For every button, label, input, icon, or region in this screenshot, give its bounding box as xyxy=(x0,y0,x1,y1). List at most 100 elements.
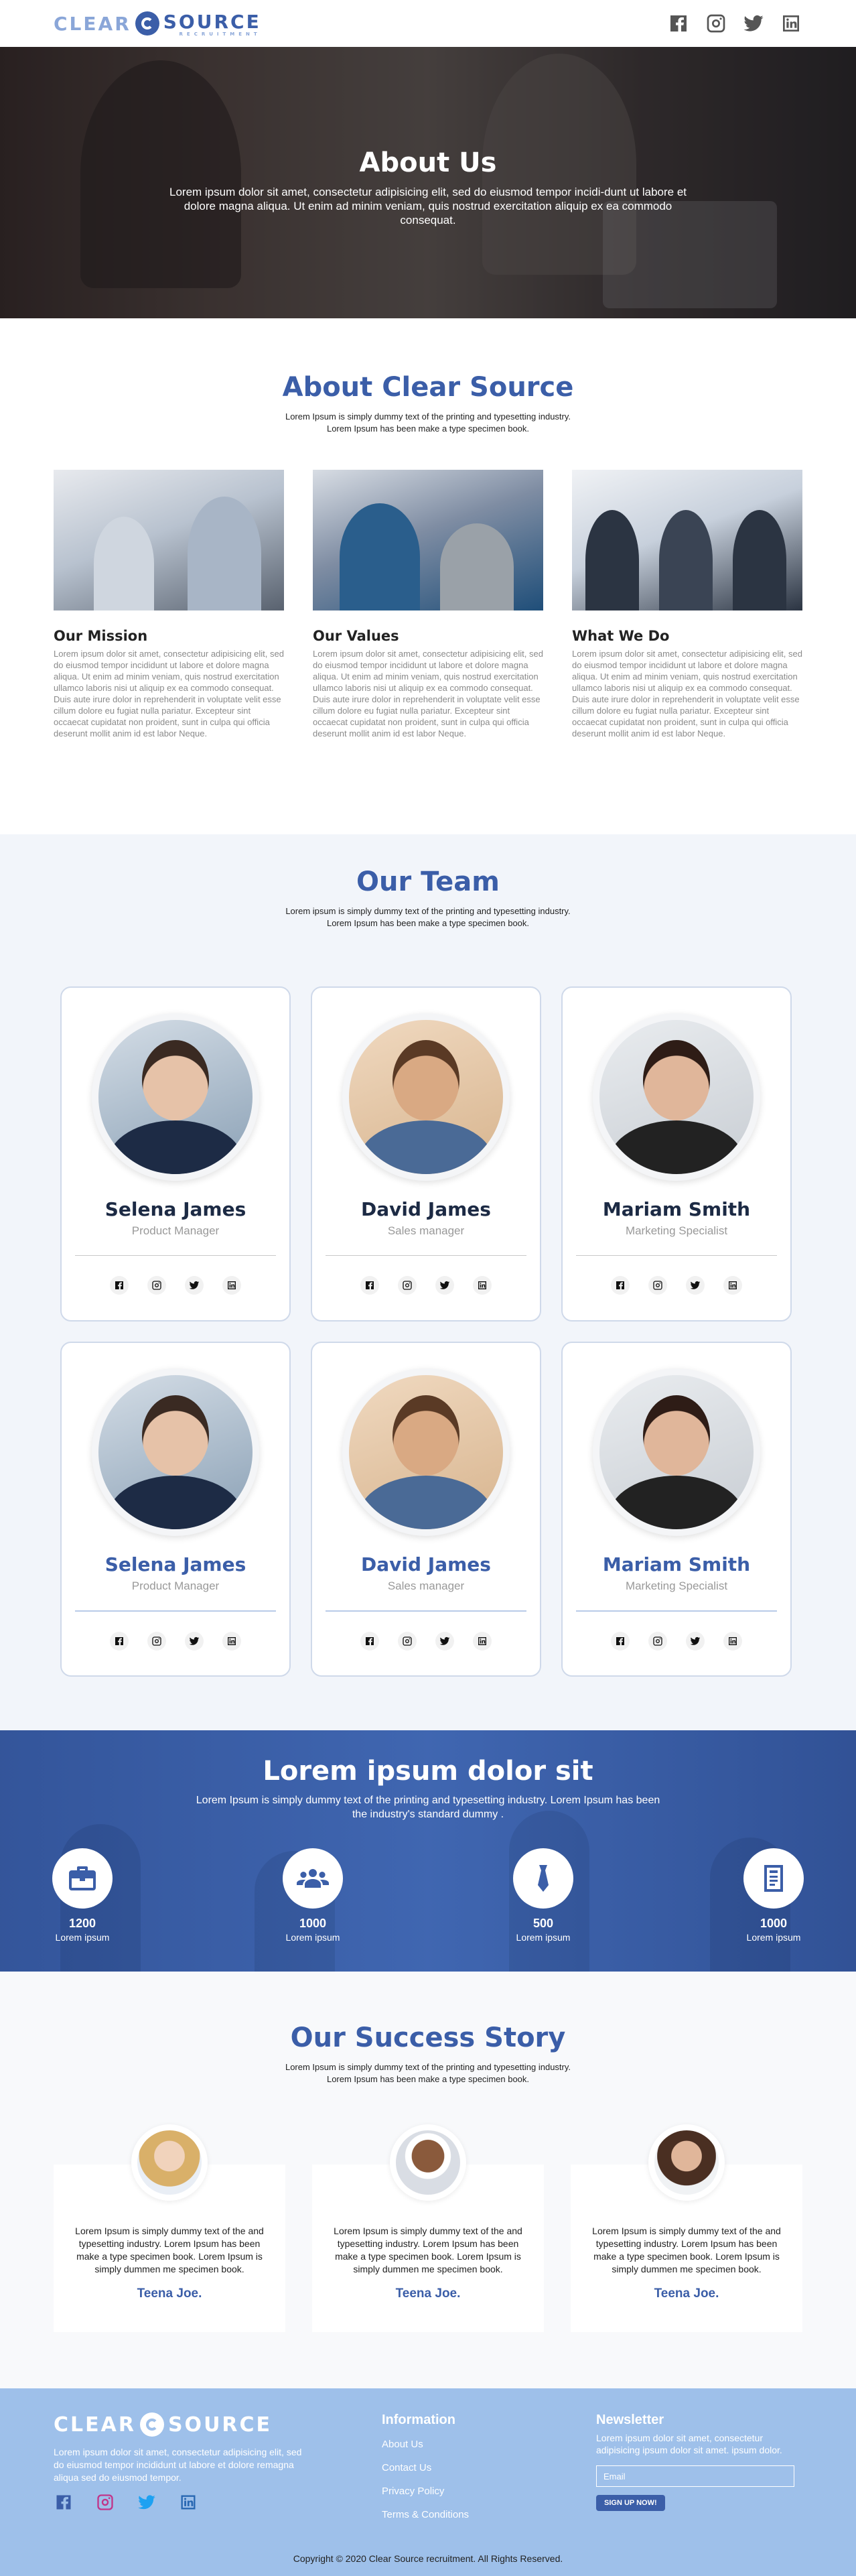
twitter-icon[interactable] xyxy=(185,1632,204,1651)
twitter-icon[interactable] xyxy=(185,1276,204,1295)
instagram-icon[interactable] xyxy=(147,1632,166,1651)
team-card: David James Sales manager xyxy=(311,986,541,1322)
divider xyxy=(576,1610,777,1612)
avatar xyxy=(131,2124,208,2201)
stat-label: Lorem ipsum xyxy=(516,1932,571,1943)
team-card: Selena James Product Manager xyxy=(60,986,291,1322)
facebook-icon[interactable] xyxy=(110,1632,129,1651)
story-text: Lorem Ipsum is simply dummy text of the … xyxy=(334,2226,522,2274)
linkedin-icon[interactable] xyxy=(723,1632,742,1651)
about-column-heading: What We Do xyxy=(572,628,670,644)
facebook-icon[interactable] xyxy=(611,1632,630,1651)
logo-word-source: SOURCE xyxy=(163,10,261,33)
success-section: Our Success Story Lorem Ipsum is simply … xyxy=(0,1972,856,2388)
group-icon xyxy=(283,1848,343,1909)
team-title: Our Team xyxy=(356,866,500,897)
about-column-values: Our Values Lorem ipsum dolor sit amet, c… xyxy=(313,470,543,739)
about-section: About Clear Source Lorem Ipsum is simply… xyxy=(0,318,856,834)
mission-photo xyxy=(54,470,284,610)
instagram-icon[interactable] xyxy=(648,1632,667,1651)
stat-label: Lorem ipsum xyxy=(746,1932,801,1943)
resume-icon xyxy=(743,1848,804,1909)
twitter-icon[interactable] xyxy=(686,1632,705,1651)
newsletter-heading: Newsletter xyxy=(596,2412,664,2427)
stat-value: 1000 xyxy=(760,1917,788,1930)
twitter-icon[interactable] xyxy=(742,12,765,35)
linkedin-icon[interactable] xyxy=(222,1632,241,1651)
about-subtitle: Lorem Ipsum is simply dummy text of the … xyxy=(285,411,571,434)
footer-link-contact[interactable]: Contact Us xyxy=(382,2462,596,2473)
stat-item: 1000 Lorem ipsum xyxy=(283,1848,343,1943)
team-subtitle: Lorem ipsum is simply dummy text of the … xyxy=(285,906,571,928)
stat-item: 500 Lorem ipsum xyxy=(513,1848,573,1943)
copyright: Copyright © 2020 Clear Source recruitmen… xyxy=(293,2553,563,2564)
team-section: Our Team Lorem ipsum is simply dummy tex… xyxy=(0,834,856,1730)
facebook-icon[interactable] xyxy=(110,1276,129,1295)
footer-link-privacy[interactable]: Privacy Policy xyxy=(382,2486,596,2497)
linkedin-icon[interactable] xyxy=(178,2492,198,2512)
team-card: Mariam Smith Marketing Specialist xyxy=(561,986,792,1322)
story-text: Lorem Ipsum is simply dummy text of the … xyxy=(75,2226,264,2274)
instagram-icon[interactable] xyxy=(95,2492,115,2512)
twitter-icon[interactable] xyxy=(435,1632,454,1651)
briefcase-icon xyxy=(52,1848,113,1909)
instagram-icon[interactable] xyxy=(398,1276,417,1295)
about-column-heading: Our Mission xyxy=(54,628,148,644)
newsletter-text: Lorem ipsum dolor sit amet, consectetur … xyxy=(596,2433,782,2455)
linkedin-icon[interactable] xyxy=(780,12,802,35)
member-social-links xyxy=(312,1276,540,1295)
linkedin-icon[interactable] xyxy=(473,1276,492,1295)
instagram-icon[interactable] xyxy=(648,1276,667,1295)
avatar xyxy=(92,1368,259,1536)
twitter-icon[interactable] xyxy=(137,2492,157,2512)
linkedin-icon[interactable] xyxy=(473,1632,492,1651)
facebook-icon[interactable] xyxy=(360,1276,379,1295)
stat-item: 1200 Lorem ipsum xyxy=(52,1848,113,1943)
facebook-icon[interactable] xyxy=(667,12,690,35)
facebook-icon[interactable] xyxy=(611,1276,630,1295)
about-column-text: Lorem ipsum dolor sit amet, consectetur … xyxy=(572,649,802,738)
facebook-icon[interactable] xyxy=(360,1632,379,1651)
story-card: Lorem Ipsum is simply dummy text of the … xyxy=(312,2124,544,2332)
logo-mark-icon xyxy=(139,2412,164,2437)
site-logo[interactable]: CLEAR SOURCE RECRUITMENT xyxy=(54,11,261,37)
linkedin-icon[interactable] xyxy=(222,1276,241,1295)
email-field[interactable] xyxy=(596,2465,794,2487)
member-name: Selena James xyxy=(104,1198,246,1220)
stats-title: Lorem ipsum dolor sit xyxy=(263,1756,593,1787)
member-name: Mariam Smith xyxy=(602,1553,751,1575)
story-author: Teena Joe. xyxy=(654,2287,719,2301)
team-card: Mariam Smith Marketing Specialist xyxy=(561,1342,792,1677)
avatar xyxy=(593,1013,760,1181)
facebook-icon[interactable] xyxy=(54,2492,74,2512)
footer-logo[interactable]: CLEAR SOURCE xyxy=(54,2412,382,2437)
stat-value: 1200 xyxy=(68,1917,96,1930)
success-title: Our Success Story xyxy=(290,2022,566,2053)
logo-word-source: SOURCE xyxy=(167,2412,273,2437)
linkedin-icon[interactable] xyxy=(723,1276,742,1295)
hero-title: About Us xyxy=(359,147,497,178)
hero-banner: About Us Lorem ipsum dolor sit amet, con… xyxy=(0,47,856,318)
signup-button[interactable]: SIGN UP NOW! xyxy=(596,2495,665,2511)
member-role: Sales manager xyxy=(387,1580,465,1592)
stat-label: Lorem ipsum xyxy=(285,1932,340,1943)
story-card: Lorem Ipsum is simply dummy text of the … xyxy=(571,2124,802,2332)
member-name: Mariam Smith xyxy=(602,1198,751,1220)
footer-link-terms[interactable]: Terms & Conditions xyxy=(382,2509,596,2520)
team-grid: Selena James Product Manager David James Sa… xyxy=(60,986,796,1677)
instagram-icon[interactable] xyxy=(398,1632,417,1651)
instagram-icon[interactable] xyxy=(147,1276,166,1295)
footer-link-about[interactable]: About Us xyxy=(382,2439,596,2450)
twitter-icon[interactable] xyxy=(686,1276,705,1295)
footer-social-links xyxy=(54,2492,382,2512)
avatar xyxy=(342,1368,510,1536)
about-column-what-we-do: What We Do Lorem ipsum dolor sit amet, c… xyxy=(572,470,802,739)
avatar xyxy=(648,2124,725,2201)
divider xyxy=(75,1255,276,1256)
twitter-icon[interactable] xyxy=(435,1276,454,1295)
hero-text: Lorem ipsum dolor sit amet, consectetur … xyxy=(169,186,687,227)
instagram-icon[interactable] xyxy=(705,12,727,35)
member-role: Marketing Specialist xyxy=(625,1580,728,1592)
avatar xyxy=(390,2124,466,2201)
member-social-links xyxy=(62,1632,289,1651)
